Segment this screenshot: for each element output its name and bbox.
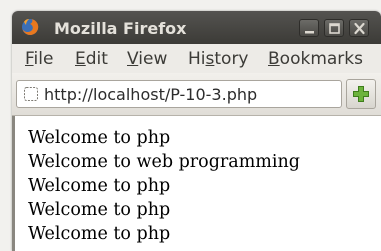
menu-edit[interactable]: Edit <box>75 49 108 69</box>
page-icon <box>23 86 39 102</box>
url-text[interactable]: http://localhost/P-10-3.php <box>44 85 257 104</box>
menu-bookmarks[interactable]: Bookmarks <box>268 49 363 69</box>
page-content: Welcome to php Welcome to web programmin… <box>12 116 381 251</box>
minimize-icon <box>305 31 314 34</box>
new-tab-button[interactable] <box>346 79 376 109</box>
menu-history[interactable]: History <box>188 49 249 69</box>
plus-icon <box>353 86 369 102</box>
content-line: Welcome to php <box>28 176 171 196</box>
window-title: Mozilla Firefox <box>54 19 187 38</box>
navigation-toolbar: http://localhost/P-10-3.php <box>12 73 381 116</box>
menu-bar: File Edit View History Bookmarks <box>12 44 381 73</box>
minimize-button[interactable] <box>299 19 319 37</box>
content-line: Welcome to web programming <box>28 152 300 172</box>
maximize-button[interactable] <box>324 19 344 37</box>
close-icon <box>354 22 365 35</box>
menu-file[interactable]: File <box>25 49 53 69</box>
url-bar[interactable]: http://localhost/P-10-3.php <box>16 80 342 108</box>
menu-view[interactable]: View <box>127 49 167 69</box>
title-bar[interactable]: Mozilla Firefox <box>12 11 381 44</box>
browser-window: Mozilla Firefox File Edit View History B… <box>12 11 381 251</box>
content-line: Welcome to php <box>28 200 171 220</box>
content-line: Welcome to php <box>28 224 171 244</box>
firefox-icon <box>21 18 39 36</box>
close-button[interactable] <box>349 19 369 37</box>
maximize-icon <box>329 23 340 34</box>
content-line: Welcome to php <box>28 128 171 148</box>
